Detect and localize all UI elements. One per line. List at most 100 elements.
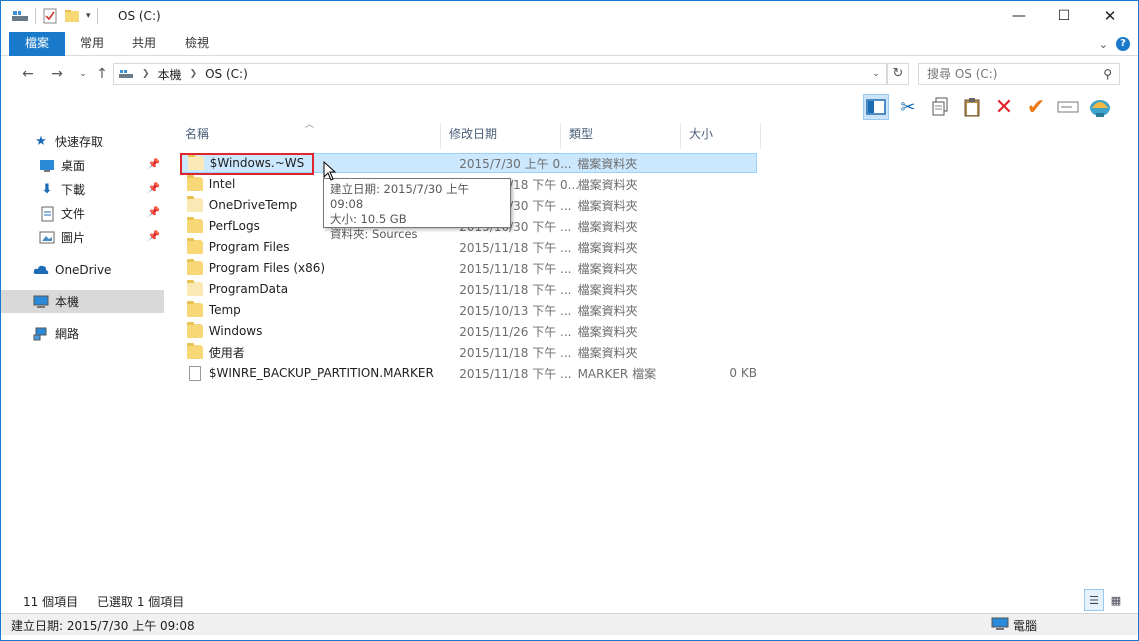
folder-icon xyxy=(187,259,203,275)
file-date: 2015/11/18 下午 ... xyxy=(459,366,572,381)
file-name: Windows xyxy=(208,324,263,338)
details-view-icon[interactable]: ☰ xyxy=(1084,589,1104,611)
qat-separator xyxy=(35,8,36,24)
tooltip-created: 建立日期: 2015/7/30 上午 09:08 xyxy=(330,182,470,211)
nav-pictures-label: 圖片 xyxy=(61,231,86,245)
file-type: 檔案資料夾 xyxy=(577,261,638,276)
navigation-pane: ★ 快速存取 桌面 📌 ⬇ 下載 📌 文件 📌 圖片 📌 OneDrive 本機… xyxy=(1,123,166,585)
file-list: ︿ 名稱 修改日期 類型 大小 $Windows.~WS 2015/7/30 上午… xyxy=(167,117,1127,583)
pin-icon[interactable]: 📌 xyxy=(148,159,160,170)
column-header-type[interactable]: 類型 xyxy=(561,123,681,149)
tab-home[interactable]: 常用 xyxy=(71,32,113,56)
pin-icon[interactable]: 📌 xyxy=(148,231,160,242)
file-date: 2015/10/13 下午 ... xyxy=(459,303,572,318)
pin-icon[interactable]: 📌 xyxy=(148,183,160,194)
breadcrumb-thispc[interactable]: 本機 xyxy=(158,66,182,83)
breadcrumb-separator-2[interactable]: ❯ xyxy=(190,69,198,79)
tooltip-size: 大小: 10.5 GB xyxy=(330,212,407,226)
ribbon-tabs: 檔案 常用 共用 檢視 ⌄ ? xyxy=(1,32,1138,56)
window-title: OS (C:) xyxy=(118,9,161,23)
help-icon[interactable]: ? xyxy=(1116,37,1130,51)
file-row[interactable]: ProgramData 2015/11/18 下午 ... 檔案資料夾 xyxy=(181,279,757,299)
ribbon-help-area: ⌄ ? xyxy=(1099,37,1130,51)
status-bar: 11 個項目 已選取 1 個項目 xyxy=(1,590,1138,612)
nav-documents-label: 文件 xyxy=(61,207,86,221)
item-count: 11 個項目 xyxy=(23,595,79,609)
forward-icon[interactable]: → xyxy=(48,64,66,84)
file-date: 2015/11/18 下午 ... xyxy=(459,345,572,360)
search-input[interactable]: 搜尋 OS (C:) ⚲ xyxy=(918,63,1120,85)
column-header-name[interactable]: 名稱 xyxy=(177,123,441,149)
collapse-ribbon-icon[interactable]: ⌄ xyxy=(1099,38,1108,51)
title-bar: ▾ OS (C:) — ☐ ✕ xyxy=(1,1,1138,31)
file-row[interactable]: Program Files (x86) 2015/11/18 下午 ... 檔案資料… xyxy=(181,258,757,278)
computer-icon xyxy=(33,294,49,310)
folder-icon xyxy=(187,280,203,296)
nav-desktop-label: 桌面 xyxy=(61,159,86,173)
download-icon: ⬇ xyxy=(41,182,53,197)
new-folder-icon[interactable] xyxy=(64,8,80,24)
column-header-date[interactable]: 修改日期 xyxy=(441,123,561,149)
nav-thispc-label: 本機 xyxy=(55,295,80,309)
highlight-box xyxy=(180,153,314,175)
file-type: 檔案資料夾 xyxy=(577,156,638,171)
tooltip-folders: 資料夾: Sources xyxy=(330,227,418,241)
file-name: Temp xyxy=(208,303,241,317)
large-icons-view-icon[interactable]: ▦ xyxy=(1106,589,1126,611)
breadcrumb-separator[interactable]: ❯ xyxy=(142,69,150,79)
search-icon: ⚲ xyxy=(1103,67,1112,81)
file-date: 2015/7/30 上午 0... xyxy=(459,156,572,171)
file-type: MARKER 檔案 xyxy=(577,366,657,381)
nav-network-label: 網路 xyxy=(55,327,80,341)
refresh-button[interactable]: ↻ xyxy=(887,63,909,85)
status-location: 電腦 xyxy=(1013,619,1038,633)
tab-view[interactable]: 檢視 xyxy=(176,32,218,56)
tab-share[interactable]: 共用 xyxy=(123,32,165,56)
column-header-size[interactable]: 大小 xyxy=(681,123,761,149)
file-type: 檔案資料夾 xyxy=(577,345,638,360)
file-row[interactable]: Windows 2015/11/26 下午 ... 檔案資料夾 xyxy=(181,321,757,341)
file-row[interactable]: Temp 2015/10/13 下午 ... 檔案資料夾 xyxy=(181,300,757,320)
nav-onedrive-label: OneDrive xyxy=(55,262,112,277)
pin-icon[interactable]: 📌 xyxy=(148,207,160,218)
view-switcher: ☰ ▦ xyxy=(1084,589,1126,611)
file-name: Program Files (x86) xyxy=(208,261,326,275)
up-icon[interactable]: ↑ xyxy=(93,64,111,84)
recent-locations-icon[interactable]: ⌄ xyxy=(74,64,92,84)
back-icon[interactable]: ← xyxy=(19,64,37,84)
drive-icon[interactable] xyxy=(11,9,29,23)
qat-separator-2 xyxy=(96,8,98,24)
address-dropdown-icon[interactable]: ⌄ xyxy=(867,63,885,85)
properties-icon[interactable] xyxy=(42,8,58,24)
file-name: Program Files xyxy=(208,240,290,254)
file-name: ProgramData xyxy=(208,282,289,296)
file-name: $WINRE_BACKUP_PARTITION.MARKER xyxy=(208,366,434,380)
star-icon: ★ xyxy=(35,134,47,149)
maximize-button[interactable]: ☐ xyxy=(1041,1,1087,31)
folder-icon xyxy=(187,196,203,212)
nav-quick-access-label: 快速存取 xyxy=(55,135,104,149)
address-bar[interactable]: ❯ 本機 ❯ OS (C:) xyxy=(113,63,887,85)
breadcrumb-drive[interactable]: OS (C:) xyxy=(205,67,248,81)
file-date: 2015/11/26 下午 ... xyxy=(459,324,572,339)
file-type: 檔案資料夾 xyxy=(577,198,638,213)
details-status-bar: 建立日期: 2015/7/30 上午 09:08 電腦 xyxy=(1,613,1138,635)
status-computer-icon xyxy=(991,617,1009,634)
file-size: 0 KB xyxy=(729,366,757,380)
nav-thispc[interactable]: 本機 xyxy=(1,290,164,313)
selected-count: 已選取 1 個項目 xyxy=(97,595,185,609)
mouse-cursor-icon xyxy=(323,161,337,181)
qat-dropdown-icon[interactable]: ▾ xyxy=(86,11,91,21)
close-button[interactable]: ✕ xyxy=(1087,1,1133,31)
tab-file[interactable]: 檔案 xyxy=(9,32,65,56)
file-name: 使用者 xyxy=(208,345,245,360)
item-tooltip: 建立日期: 2015/7/30 上午 09:08 大小: 10.5 GB 資料夾… xyxy=(323,178,511,241)
explorer-window: ▾ OS (C:) — ☐ ✕ 檔案 常用 共用 檢視 ⌄ ? ← → ⌄ ↑ … xyxy=(0,0,1139,641)
file-row[interactable]: 使用者 2015/11/18 下午 ... 檔案資料夾 xyxy=(181,342,757,362)
minimize-button[interactable]: — xyxy=(996,1,1042,31)
file-row[interactable]: $WINRE_BACKUP_PARTITION.MARKER 2015/11/18… xyxy=(181,363,757,383)
folder-icon xyxy=(187,322,203,338)
network-icon xyxy=(33,326,49,342)
file-type: 檔案資料夾 xyxy=(577,282,638,297)
nav-downloads-label: 下載 xyxy=(61,183,86,197)
